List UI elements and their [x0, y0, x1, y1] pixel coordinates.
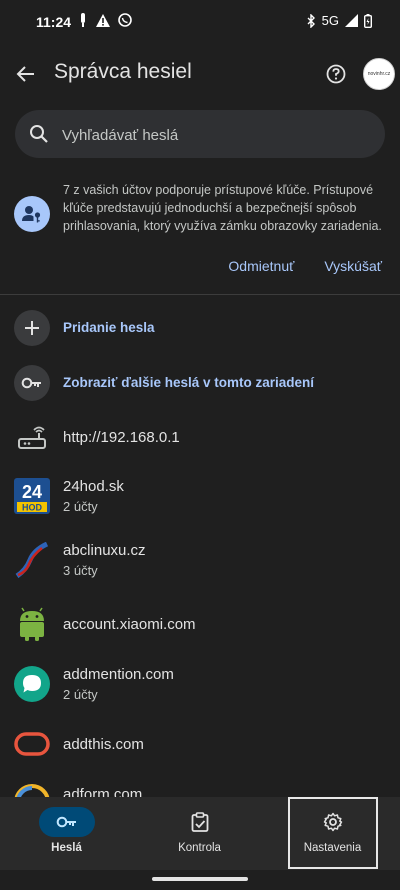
signal-icon [345, 14, 358, 27]
site-name: account.xiaomi.com [63, 616, 196, 633]
chat-bubble-icon [14, 666, 50, 702]
account-count: 2 účty [63, 499, 98, 514]
site-row[interactable]: account.xiaomi.com [0, 596, 400, 652]
abclinuxu-logo-icon [14, 542, 50, 578]
show-device-passwords-row[interactable]: Zobraziť ďalšie heslá v tomto zariadení [0, 355, 400, 411]
nav-checkup[interactable]: Kontrola [133, 797, 266, 870]
page-title: Správca hesiel [54, 60, 192, 83]
add-password-row[interactable]: Pridanie hesla [0, 300, 400, 356]
passkey-promo-card: 7 z vašich účtov podporuje prístupové kľ… [0, 172, 400, 294]
site-name: 24hod.sk [63, 478, 124, 495]
app-bar: Správca hesiel novinhr.cz [0, 44, 400, 104]
site-row[interactable]: abclinuxu.cz 3 účty [0, 532, 400, 588]
site-name: addthis.com [63, 736, 144, 753]
try-button[interactable]: Vyskúšať [324, 258, 382, 274]
site-row[interactable]: http://192.168.0.1 [0, 409, 400, 465]
nav-settings[interactable]: Nastavenia [266, 797, 399, 870]
site-name: addmention.com [63, 666, 174, 683]
battery-icon [364, 13, 372, 28]
viber-icon [118, 13, 132, 27]
search-icon [30, 125, 48, 143]
home-gesture-bar[interactable] [152, 877, 248, 881]
gear-icon [305, 807, 361, 837]
passkey-icon [14, 196, 50, 232]
status-bar: 11:24 5G [0, 0, 400, 44]
key-icon [14, 365, 50, 401]
help-button[interactable] [320, 58, 352, 90]
router-icon [14, 419, 50, 455]
nav-passwords[interactable]: Heslá [0, 797, 133, 870]
avatar[interactable]: novinhr.cz [363, 58, 395, 90]
clipboard-check-icon [172, 807, 228, 837]
nav-settings-label: Nastavenia [303, 842, 362, 854]
search-bar[interactable] [15, 110, 385, 160]
svg-text:HOD: HOD [22, 503, 43, 513]
status-time: 11:24 [36, 14, 72, 30]
notification-icon [78, 13, 88, 27]
avatar-text: novinhr.cz [367, 71, 391, 77]
help-icon [326, 64, 346, 84]
back-button[interactable] [10, 58, 42, 90]
dismiss-button[interactable]: Odmietnuť [228, 258, 294, 274]
site-row[interactable]: addmention.com 2 účty [0, 656, 400, 712]
site-row[interactable]: addthis.com [0, 716, 400, 772]
site-name: http://192.168.0.1 [63, 429, 180, 446]
plus-icon [14, 310, 50, 346]
addthis-logo-icon [14, 726, 50, 762]
show-device-passwords-label: Zobraziť ďalšie heslá v tomto zariadení [63, 375, 314, 390]
network-type: 5G [321, 13, 339, 28]
account-count: 2 účty [63, 687, 98, 702]
24hod-logo-icon: 24 HOD [14, 478, 50, 514]
account-count: 3 účty [63, 563, 98, 578]
warning-icon [96, 13, 110, 27]
divider [0, 294, 400, 295]
arrow-back-icon [16, 66, 34, 82]
search-input[interactable] [60, 110, 364, 160]
site-name: abclinuxu.cz [63, 542, 146, 559]
bluetooth-icon [307, 13, 316, 28]
passkey-promo-text: 7 z vašich účtov podporuje prístupové kľ… [63, 183, 382, 233]
svg-text:24: 24 [22, 482, 42, 502]
nav-checkup-label: Kontrola [178, 842, 221, 854]
site-row[interactable]: 24 HOD 24hod.sk 2 účty [0, 468, 400, 524]
nav-passwords-label: Heslá [51, 842, 82, 854]
bottom-navigation: Heslá Kontrola Nastavenia [0, 797, 400, 870]
key-icon [38, 807, 95, 837]
android-icon [14, 606, 50, 642]
add-password-label: Pridanie hesla [63, 320, 155, 335]
